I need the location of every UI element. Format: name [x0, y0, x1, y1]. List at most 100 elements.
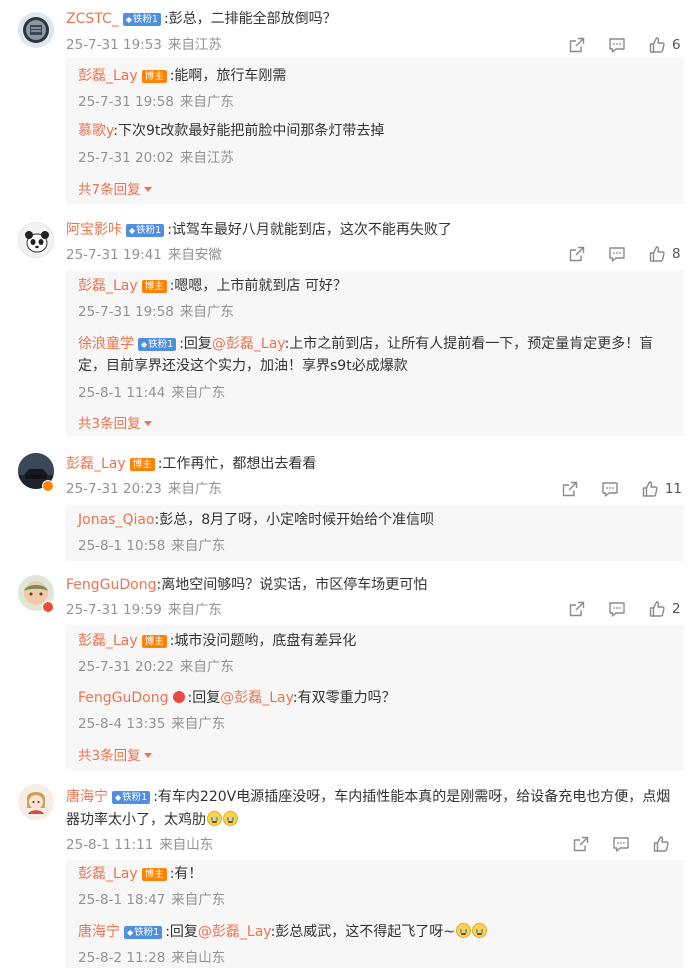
reply-username[interactable]: 彭磊_Lay — [78, 278, 138, 294]
reply-meta: 25-7-31 19:58 来自广东 — [78, 303, 234, 321]
comment-actions: 8 — [548, 243, 682, 265]
reply-source: 来自广东 — [171, 385, 226, 401]
share-icon[interactable] — [566, 598, 588, 620]
verified-icon — [42, 480, 54, 492]
comment-item: 阿宝影咔 ◆铁粉1 :试驾车最好八月就能到店，这次不能再失败了 25-7-31 19… — [0, 212, 694, 440]
comment-username[interactable]: 唐海宁 — [66, 789, 108, 805]
like-count: 6 — [672, 37, 681, 53]
reply-list: 彭磊_Lay 博主:城市没问题哟，底盘有差异化 25-7-31 20:22 来自广东… — [66, 625, 684, 771]
comment-source: 来自山东 — [159, 837, 214, 853]
mention-link[interactable]: @彭磊_Lay — [220, 690, 293, 706]
reply-username[interactable]: Jonas_Qiao — [78, 512, 155, 528]
share-icon[interactable] — [559, 478, 581, 500]
comment-meta: 25-7-31 20:23 来自广东 — [66, 480, 222, 498]
reply-source: 来自山东 — [171, 950, 226, 966]
like-count: 2 — [672, 601, 681, 617]
comment-time: 25-7-31 19:53 — [66, 37, 162, 53]
comment-text: :彭总，二排能全部放倒吗？ — [163, 11, 337, 27]
reply-list: 彭磊_Lay 博主:有！ 25-8-1 18:47 来自广东 唐海宁 ◆铁粉1:回复@… — [66, 860, 684, 968]
reply-meta: 25-8-4 13:35 来自广东 — [78, 715, 225, 733]
comment-username[interactable]: 彭磊_Lay — [66, 456, 126, 472]
fan-badge: ◆铁粉1 — [138, 338, 177, 351]
blogger-badge: 博主 — [141, 70, 167, 83]
avatar[interactable] — [18, 784, 54, 820]
comment-username[interactable]: ZCSTC_ — [66, 11, 119, 27]
comment-source: 来自广东 — [167, 481, 222, 497]
comment-actions: 11 — [541, 478, 682, 500]
comment-icon[interactable] — [610, 833, 632, 855]
reply-prefix: :回复 — [187, 690, 221, 706]
reply-time: 25-8-4 13:35 — [78, 716, 166, 732]
chevron-down-icon — [143, 421, 152, 426]
avatar-image — [25, 231, 49, 253]
chevron-down-icon — [143, 187, 152, 192]
blogger-badge: 博主 — [129, 458, 155, 471]
comment-text: :离地空间够吗？说实话，市区停车场更可怕 — [156, 577, 428, 593]
reply-username[interactable]: 慕歌y — [78, 123, 113, 139]
share-icon[interactable] — [566, 34, 588, 56]
avatar-image — [18, 784, 54, 820]
comment-username[interactable]: FengGuDong — [66, 577, 157, 593]
reply-time: 25-7-31 20:02 — [78, 150, 174, 166]
comment-time: 25-7-31 20:23 — [66, 481, 162, 497]
mention-link[interactable]: @彭磊_Lay — [198, 924, 271, 940]
reply-source: 来自广东 — [179, 94, 234, 110]
comment-text: :试驾车最好八月就能到店，这次不能再失败了 — [167, 222, 452, 238]
comment-icon[interactable] — [599, 478, 621, 500]
like-icon[interactable] — [650, 833, 672, 855]
avatar[interactable] — [18, 12, 54, 48]
reply-text: :彭总威武，这不得起飞了呀~ — [270, 924, 456, 940]
like-count: 11 — [664, 481, 682, 497]
reply-list: Jonas_Qiao:彭总，8月了呀，小定啥时候开始给个准信呗 25-8-1 1… — [66, 505, 684, 561]
comment-icon[interactable] — [606, 243, 628, 265]
share-icon[interactable] — [566, 243, 588, 265]
reply-text: :城市没问题哟，底盘有差异化 — [169, 633, 357, 649]
blogger-badge: 博主 — [141, 280, 167, 293]
fan-badge: ◆铁粉1 — [112, 791, 151, 804]
comment-time: 25-8-1 11:11 — [66, 837, 154, 853]
reply-username[interactable]: 彭磊_Lay — [78, 866, 138, 882]
reply-time: 25-8-1 11:44 — [78, 385, 166, 401]
reply-source: 来自广东 — [179, 659, 234, 675]
reply-time: 25-7-31 20:22 — [78, 659, 174, 675]
comment-icon[interactable] — [606, 598, 628, 620]
reply-meta: 25-8-1 10:58 来自广东 — [78, 537, 225, 555]
reply-meta: 25-7-31 20:22 来自广东 — [78, 658, 234, 676]
reply-username[interactable]: 彭磊_Lay — [78, 633, 138, 649]
comment-meta: 25-8-1 11:11 来自山东 — [66, 836, 213, 854]
comment-username[interactable]: 阿宝影咔 — [66, 222, 122, 238]
reply-username[interactable]: 唐海宁 — [78, 924, 120, 940]
crying-emoji-icon — [472, 923, 488, 938]
blogger-badge: 博主 — [141, 635, 167, 648]
share-icon[interactable] — [570, 833, 592, 855]
fan-badge: ◆铁粉1 — [124, 926, 163, 939]
reply-time: 25-8-2 11:28 — [78, 950, 166, 966]
like-count: 8 — [672, 246, 681, 262]
comment-icon[interactable] — [606, 34, 628, 56]
reply-username[interactable]: 彭磊_Lay — [78, 68, 138, 84]
comment-item: FengGuDong:离地空间够吗？说实话，市区停车场更可怕 25-7-31 1… — [0, 567, 694, 777]
reply-time: 25-8-1 10:58 — [78, 538, 166, 554]
reply-text: :能啊，旅行车刚需 — [169, 68, 287, 84]
like-icon[interactable] — [646, 34, 668, 56]
reply-text: :有双零重力吗？ — [292, 690, 396, 706]
more-replies-link[interactable]: 共7条回复 — [78, 181, 152, 199]
comment-actions: 6 — [548, 34, 682, 56]
comment-source: 来自江苏 — [167, 37, 222, 53]
fan-badge: ◆铁粉1 — [122, 13, 161, 26]
more-replies-link[interactable]: 共3条回复 — [78, 415, 152, 433]
reply-username[interactable]: FengGuDong — [78, 690, 169, 706]
comment-item: 彭磊_Lay 博主:工作再忙，都想出去看看 25-7-31 20:23 来自广东 1… — [0, 443, 694, 565]
reply-text: :彭总，8月了呀，小定啥时候开始给个准信呗 — [154, 512, 435, 528]
avatar[interactable] — [18, 222, 54, 258]
mention-link[interactable]: @彭磊_Lay — [212, 336, 285, 352]
comment-meta: 25-7-31 19:59 来自广东 — [66, 601, 222, 619]
crying-emoji-icon — [207, 811, 222, 826]
reply-list: 彭磊_Lay 博主:嗯嗯，上市前就到店 可好？ 25-7-31 19:58 来自广东… — [66, 270, 684, 436]
comment-meta: 25-7-31 19:41 来自安徽 — [66, 246, 222, 264]
like-icon[interactable] — [639, 478, 661, 500]
like-icon[interactable] — [646, 243, 668, 265]
reply-username[interactable]: 徐浪童学 — [78, 336, 134, 352]
more-replies-link[interactable]: 共3条回复 — [78, 747, 152, 765]
like-icon[interactable] — [646, 598, 668, 620]
